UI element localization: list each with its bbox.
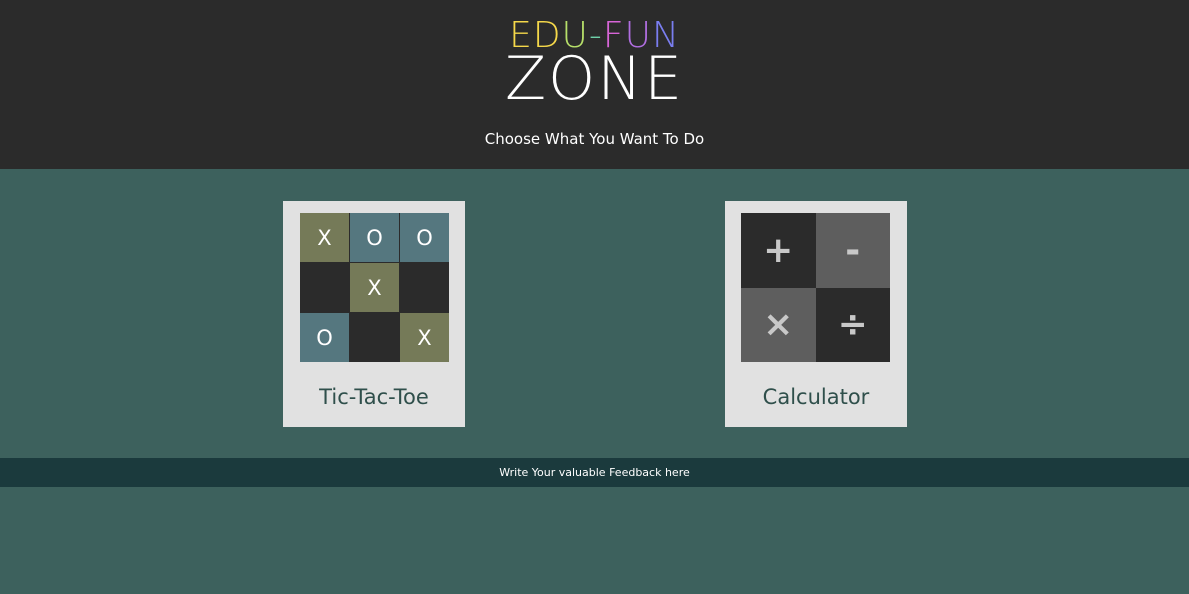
header: EDU-FUN ZONE Choose What You Want To Do: [0, 0, 1189, 169]
tic-tac-toe-card[interactable]: XOOXOX Tic-Tac-Toe: [283, 201, 465, 427]
ttt-cell: [400, 263, 449, 312]
minus-icon: -: [815, 213, 890, 288]
multiply-icon: ×: [741, 287, 816, 362]
ttt-cell: [300, 263, 349, 312]
calculator-card[interactable]: + - × ÷ Calculator: [725, 201, 907, 427]
feedback-link[interactable]: Write Your valuable Feedback here: [0, 458, 1189, 487]
ttt-cell: X: [400, 313, 449, 362]
calculator-operators-image: + - × ÷: [741, 213, 890, 362]
ttt-cell: O: [350, 213, 399, 262]
divide-icon: ÷: [815, 287, 890, 362]
tic-tac-toe-board-image: XOOXOX: [300, 213, 449, 362]
page-subtitle: Choose What You Want To Do: [484, 130, 705, 148]
ttt-cell: O: [400, 213, 449, 262]
feedback-bar[interactable]: Write Your valuable Feedback here: [0, 458, 1189, 487]
ttt-cell: O: [300, 313, 349, 362]
ttt-cell: X: [350, 263, 399, 312]
logo-zone: ZONE: [504, 44, 685, 114]
calculator-label: Calculator: [762, 385, 870, 409]
ttt-cell: X: [300, 213, 349, 262]
tic-tac-toe-label: Tic-Tac-Toe: [319, 385, 429, 409]
ttt-cell: [350, 313, 399, 362]
plus-icon: +: [741, 213, 816, 288]
